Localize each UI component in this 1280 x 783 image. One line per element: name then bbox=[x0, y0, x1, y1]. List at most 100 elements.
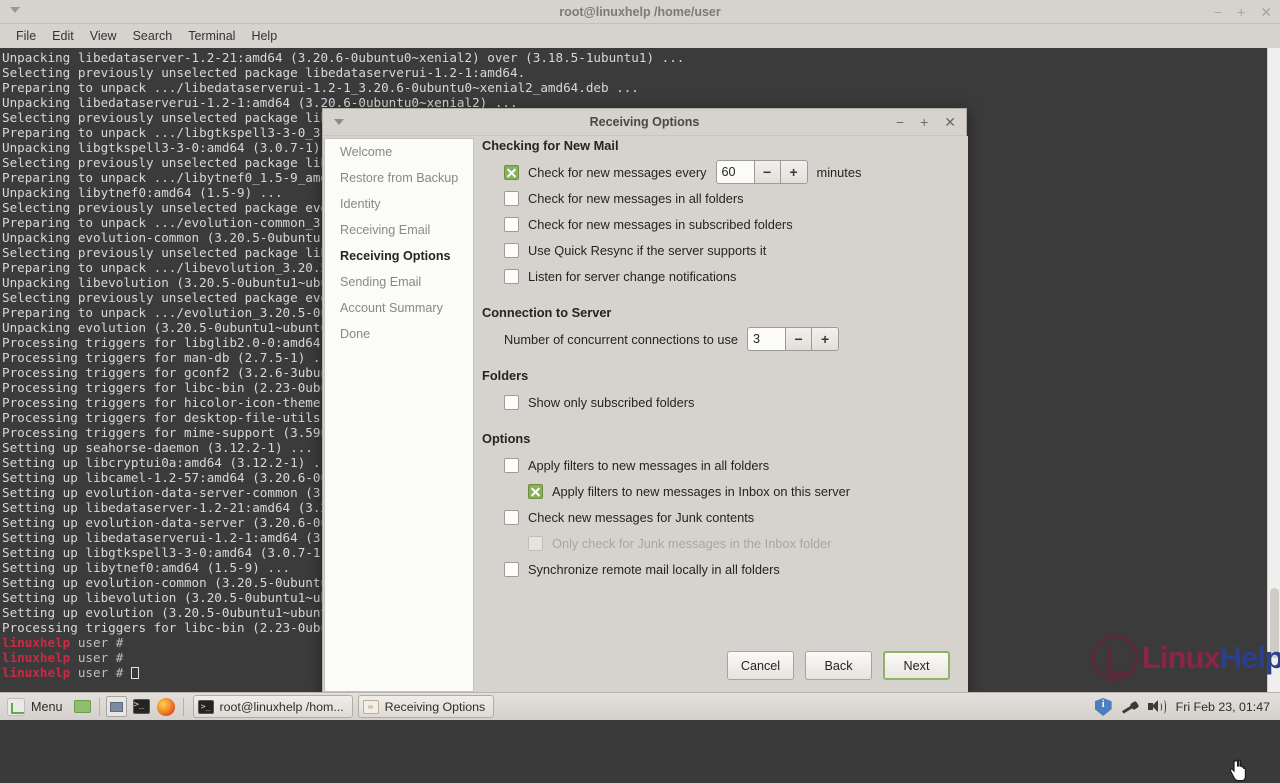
menu-view[interactable]: View bbox=[82, 25, 125, 47]
update-shield-icon[interactable] bbox=[1095, 698, 1112, 716]
row-apply-filters-all-folders[interactable]: Apply filters to new messages in all fol… bbox=[504, 452, 966, 478]
row-listen-notifications[interactable]: Listen for server change notifications bbox=[504, 263, 966, 289]
menu-file[interactable]: File bbox=[8, 25, 44, 47]
terminal-title: root@linuxhelp /home/user bbox=[0, 0, 1280, 24]
row-quick-resync[interactable]: Use Quick Resync if the server supports … bbox=[504, 237, 966, 263]
dialog-title: Receiving Options bbox=[323, 109, 966, 136]
start-menu-label: Menu bbox=[31, 700, 63, 714]
maximize-icon[interactable]: + bbox=[1237, 0, 1245, 24]
row-check-interval[interactable]: Check for new messages every 60 − + minu… bbox=[504, 159, 966, 185]
terminal-line: Preparing to unpack .../libedataserverui… bbox=[2, 80, 1280, 95]
receiving-options-dialog: Receiving Options − + ✕ Welcome Restore … bbox=[322, 108, 967, 693]
row-sync-remote-mail[interactable]: Synchronize remote mail locally in all f… bbox=[504, 556, 966, 582]
label-quick-resync: Use Quick Resync if the server supports … bbox=[528, 243, 766, 258]
checkbox-listen-notifications[interactable] bbox=[504, 269, 519, 284]
terminal-titlebar: root@linuxhelp /home/user − + ✕ bbox=[0, 0, 1280, 24]
row-concurrent-connections[interactable]: Number of concurrent connections to use … bbox=[504, 326, 966, 352]
taskbar-divider-2 bbox=[183, 698, 184, 716]
terminal-prompt-user: user # bbox=[78, 635, 131, 650]
menu-terminal[interactable]: Terminal bbox=[180, 25, 243, 47]
checkbox-quick-resync[interactable] bbox=[504, 243, 519, 258]
taskbar: Menu >_ >_ root@linuxhelp /hom... ✉ Rece… bbox=[0, 692, 1280, 720]
task-button-terminal[interactable]: >_ root@linuxhelp /hom... bbox=[193, 695, 353, 718]
dialog-close-icon[interactable]: ✕ bbox=[944, 109, 956, 136]
row-check-junk[interactable]: Check new messages for Junk contents bbox=[504, 504, 966, 530]
label-show-subscribed-only: Show only subscribed folders bbox=[528, 395, 694, 410]
dialog-titlebar[interactable]: Receiving Options − + ✕ bbox=[323, 109, 966, 136]
menu-search[interactable]: Search bbox=[125, 25, 181, 47]
row-check-all-folders[interactable]: Check for new messages in all folders bbox=[504, 185, 966, 211]
sidebar-item-identity[interactable]: Identity bbox=[325, 191, 473, 217]
menu-help[interactable]: Help bbox=[243, 25, 285, 47]
display-settings-icon[interactable] bbox=[106, 696, 127, 717]
label-junk-inbox-only: Only check for Junk messages in the Inbo… bbox=[552, 536, 832, 551]
network-plug-icon[interactable] bbox=[1121, 699, 1139, 715]
minimize-icon[interactable]: − bbox=[1214, 0, 1222, 24]
label-minutes-suffix: minutes bbox=[817, 165, 862, 180]
spinner-minus-check-interval[interactable]: − bbox=[754, 160, 781, 184]
cancel-button[interactable]: Cancel bbox=[727, 651, 794, 680]
spinner-plus-check-interval[interactable]: + bbox=[781, 160, 808, 184]
label-apply-filters-all-folders: Apply filters to new messages in all fol… bbox=[528, 458, 769, 473]
clock[interactable]: Fri Feb 23, 01:47 bbox=[1176, 700, 1274, 714]
row-check-subscribed-folders[interactable]: Check for new messages in subscribed fol… bbox=[504, 211, 966, 237]
section-heading-checking-for-new-mail: Checking for New Mail bbox=[482, 138, 966, 153]
spinner-concurrent-connections[interactable]: 3 − + bbox=[747, 327, 839, 351]
checkbox-sync-remote-mail[interactable] bbox=[504, 562, 519, 577]
firefox-launcher-icon[interactable] bbox=[156, 696, 177, 717]
back-button[interactable]: Back bbox=[805, 651, 872, 680]
label-listen-notifications: Listen for server change notifications bbox=[528, 269, 736, 284]
row-show-subscribed-only[interactable]: Show only subscribed folders bbox=[504, 389, 966, 415]
checkbox-check-junk[interactable] bbox=[504, 510, 519, 525]
checkbox-check-interval[interactable] bbox=[504, 165, 519, 180]
terminal-cursor bbox=[131, 667, 139, 679]
terminal-icon: >_ bbox=[198, 700, 214, 714]
checkbox-show-subscribed-only[interactable] bbox=[504, 395, 519, 410]
close-icon[interactable]: ✕ bbox=[1260, 0, 1272, 24]
sidebar-item-welcome[interactable]: Welcome bbox=[325, 139, 473, 165]
spinner-minus-concurrent-connections[interactable]: − bbox=[785, 327, 812, 351]
start-menu-button[interactable]: Menu bbox=[2, 694, 70, 720]
label-sync-remote-mail: Synchronize remote mail locally in all f… bbox=[528, 562, 780, 577]
row-junk-inbox-only: Only check for Junk messages in the Inbo… bbox=[504, 530, 966, 556]
input-check-interval[interactable]: 60 bbox=[716, 160, 754, 184]
section-heading-options: Options bbox=[482, 431, 966, 446]
scrollbar-thumb[interactable] bbox=[1270, 588, 1279, 658]
volume-icon[interactable] bbox=[1148, 699, 1167, 715]
checkbox-check-all-folders[interactable] bbox=[504, 191, 519, 206]
mail-icon: ✉ bbox=[363, 700, 379, 714]
checkbox-apply-filters-inbox[interactable] bbox=[528, 484, 543, 499]
checkbox-check-subscribed-folders[interactable] bbox=[504, 217, 519, 232]
dialog-maximize-icon[interactable]: + bbox=[920, 109, 928, 136]
spinner-check-interval[interactable]: 60 − + bbox=[716, 160, 808, 184]
label-concurrent-connections: Number of concurrent connections to use bbox=[504, 332, 738, 347]
terminal-prompt-host: linuxhelp bbox=[2, 650, 78, 665]
next-button[interactable]: Next bbox=[883, 651, 950, 680]
section-heading-connection-to-server: Connection to Server bbox=[482, 305, 966, 320]
checkbox-junk-inbox-only bbox=[528, 536, 543, 551]
sidebar-item-done[interactable]: Done bbox=[325, 321, 473, 347]
sidebar-item-restore-from-backup[interactable]: Restore from Backup bbox=[325, 165, 473, 191]
sidebar-item-receiving-email[interactable]: Receiving Email bbox=[325, 217, 473, 243]
terminal-scrollbar[interactable] bbox=[1267, 48, 1280, 692]
row-apply-filters-inbox[interactable]: Apply filters to new messages in Inbox o… bbox=[504, 478, 966, 504]
label-check-junk: Check new messages for Junk contents bbox=[528, 510, 754, 525]
dialog-content: Checking for New Mail Check for new mess… bbox=[482, 138, 966, 638]
linux-mint-logo-icon bbox=[7, 698, 25, 716]
dialog-minimize-icon[interactable]: − bbox=[896, 109, 904, 136]
sidebar-item-receiving-options[interactable]: Receiving Options bbox=[325, 243, 473, 269]
checkbox-apply-filters-all-folders[interactable] bbox=[504, 458, 519, 473]
sidebar-item-sending-email[interactable]: Sending Email bbox=[325, 269, 473, 295]
terminal-prompt-host: linuxhelp bbox=[2, 635, 78, 650]
label-check-interval: Check for new messages every bbox=[528, 165, 707, 180]
terminal-prompt-user: user # bbox=[78, 665, 131, 680]
terminal-line: Selecting previously unselected package … bbox=[2, 65, 1280, 80]
input-concurrent-connections[interactable]: 3 bbox=[747, 327, 785, 351]
spinner-plus-concurrent-connections[interactable]: + bbox=[812, 327, 839, 351]
sidebar-item-account-summary[interactable]: Account Summary bbox=[325, 295, 473, 321]
task-button-receiving-options[interactable]: ✉ Receiving Options bbox=[358, 695, 495, 718]
show-desktop-icon[interactable] bbox=[72, 696, 93, 717]
terminal-launcher-icon[interactable]: >_ bbox=[131, 696, 152, 717]
terminal-prompt-user: user # bbox=[78, 650, 131, 665]
menu-edit[interactable]: Edit bbox=[44, 25, 82, 47]
